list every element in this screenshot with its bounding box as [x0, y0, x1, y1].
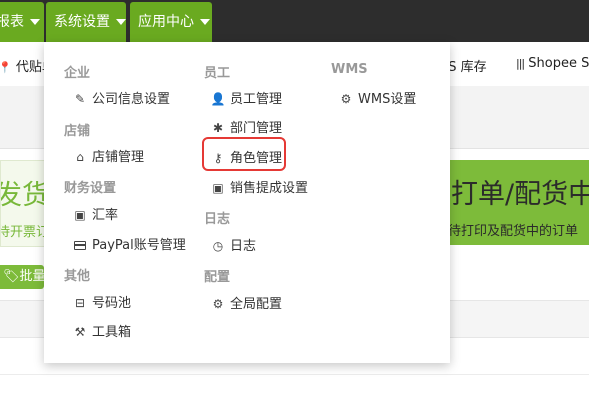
menu-item-store-management[interactable]: ⌂ 店铺管理	[72, 146, 144, 165]
group-title-config: 配置	[204, 270, 231, 285]
group-title-enterprise: 企业	[64, 66, 91, 81]
nav-system-settings-button[interactable]: 系统设置	[46, 2, 126, 42]
menu-item-label: 公司信息设置	[92, 92, 171, 107]
chevron-down-icon	[30, 19, 40, 25]
batch-button[interactable]: 🏷批量	[0, 265, 44, 289]
group-title-finance: 财务设置	[64, 181, 117, 196]
menu-item-log[interactable]: ◷ 日志	[210, 235, 256, 254]
group-title-staff: 员工	[204, 66, 231, 81]
menu-item-label: 汇率	[92, 208, 119, 223]
batch-button-label: 批量	[19, 269, 44, 284]
menu-item-staff-management[interactable]: 👤 员工管理	[210, 88, 283, 107]
gavel-icon: ⚒	[74, 325, 86, 339]
home-icon: ⌂	[76, 150, 84, 164]
menu-item-wms-settings[interactable]: ⚙ WMS设置	[338, 88, 417, 107]
menu-item-sales-commission[interactable]: ▣ 销售提成设置	[210, 177, 308, 196]
menu-item-label: 店铺管理	[92, 150, 145, 165]
shipping-panel-title: 发货	[1, 173, 45, 212]
edit-icon: ✎	[74, 92, 86, 106]
divider	[0, 374, 589, 375]
barcode-icon: |||	[516, 57, 525, 70]
menu-item-label: WMS设置	[358, 92, 417, 107]
group-title-other: 其他	[64, 269, 91, 284]
shortcut-shopee[interactable]: ||| Shopee S	[516, 56, 589, 71]
chevron-down-icon	[200, 19, 210, 25]
menu-item-label: PayPal账号管理	[92, 238, 186, 253]
gear-icon: ⚙	[340, 92, 352, 106]
money-icon: ▣	[74, 208, 86, 222]
menu-item-paypal-accounts[interactable]: PayPal账号管理	[72, 234, 186, 253]
menu-item-label: 全局配置	[230, 297, 283, 312]
pin-icon: 📍	[0, 61, 12, 74]
chevron-down-icon	[116, 19, 126, 25]
menu-item-label: 日志	[230, 239, 257, 254]
menu-item-department-management[interactable]: ✱ 部门管理	[210, 117, 282, 136]
menu-item-toolbox[interactable]: ⚒ 工具箱	[72, 321, 131, 340]
print-pick-panel-subtitle: 待打印及配货中的订单	[448, 224, 579, 239]
nav-system-settings-label: 系统设置	[54, 14, 110, 30]
menu-item-label: 员工管理	[230, 92, 283, 107]
clock-icon: ◷	[212, 239, 224, 253]
menu-item-number-pool[interactable]: ⊟ 号码池	[72, 292, 131, 311]
shipping-panel-subtitle: 待开票订	[1, 225, 45, 240]
menu-item-global-config[interactable]: ⚙ 全局配置	[210, 293, 282, 312]
inbox-icon: ⊟	[74, 296, 86, 310]
menu-item-company-info[interactable]: ✎ 公司信息设置	[72, 88, 170, 107]
top-nav-bar: 报表 系统设置 应用中心	[0, 0, 589, 42]
money-icon: ▣	[212, 181, 224, 195]
credit-card-icon	[74, 241, 86, 250]
group-title-wms: WMS	[331, 62, 368, 77]
nav-reports-label: 报表	[0, 14, 24, 30]
menu-item-exchange-rate[interactable]: ▣ 汇率	[72, 204, 118, 223]
nav-app-center-label: 应用中心	[138, 14, 194, 30]
group-title-log: 日志	[204, 212, 231, 227]
nav-app-center-button[interactable]: 应用中心	[130, 2, 212, 42]
print-pick-panel-title: 待打单/配货中	[436, 179, 589, 210]
gear-icon: ⚙	[212, 297, 224, 311]
asterisk-icon: ✱	[212, 121, 224, 135]
system-settings-dropdown: 企业 ✎ 公司信息设置 店铺 ⌂ 店铺管理 财务设置 ▣ 汇率 PayPal账号管理 …	[44, 42, 450, 363]
group-title-store: 店铺	[64, 124, 91, 139]
nav-reports-button[interactable]: 报表	[0, 2, 44, 42]
tag-icon: 🏷	[3, 269, 20, 284]
shipping-panel[interactable]: 发货 待开票订	[0, 160, 46, 247]
user-icon: 👤	[210, 92, 226, 106]
menu-item-label: 号码池	[92, 296, 132, 311]
menu-item-label: 销售提成设置	[230, 181, 309, 196]
menu-item-label: 工具箱	[92, 325, 132, 340]
print-pick-panel[interactable]: 待打单/配货中 待打印及配货中的订单	[436, 160, 589, 245]
shortcut-shopee-label: Shopee S	[528, 56, 589, 71]
highlight-box	[202, 137, 286, 171]
menu-item-label: 部门管理	[230, 121, 283, 136]
